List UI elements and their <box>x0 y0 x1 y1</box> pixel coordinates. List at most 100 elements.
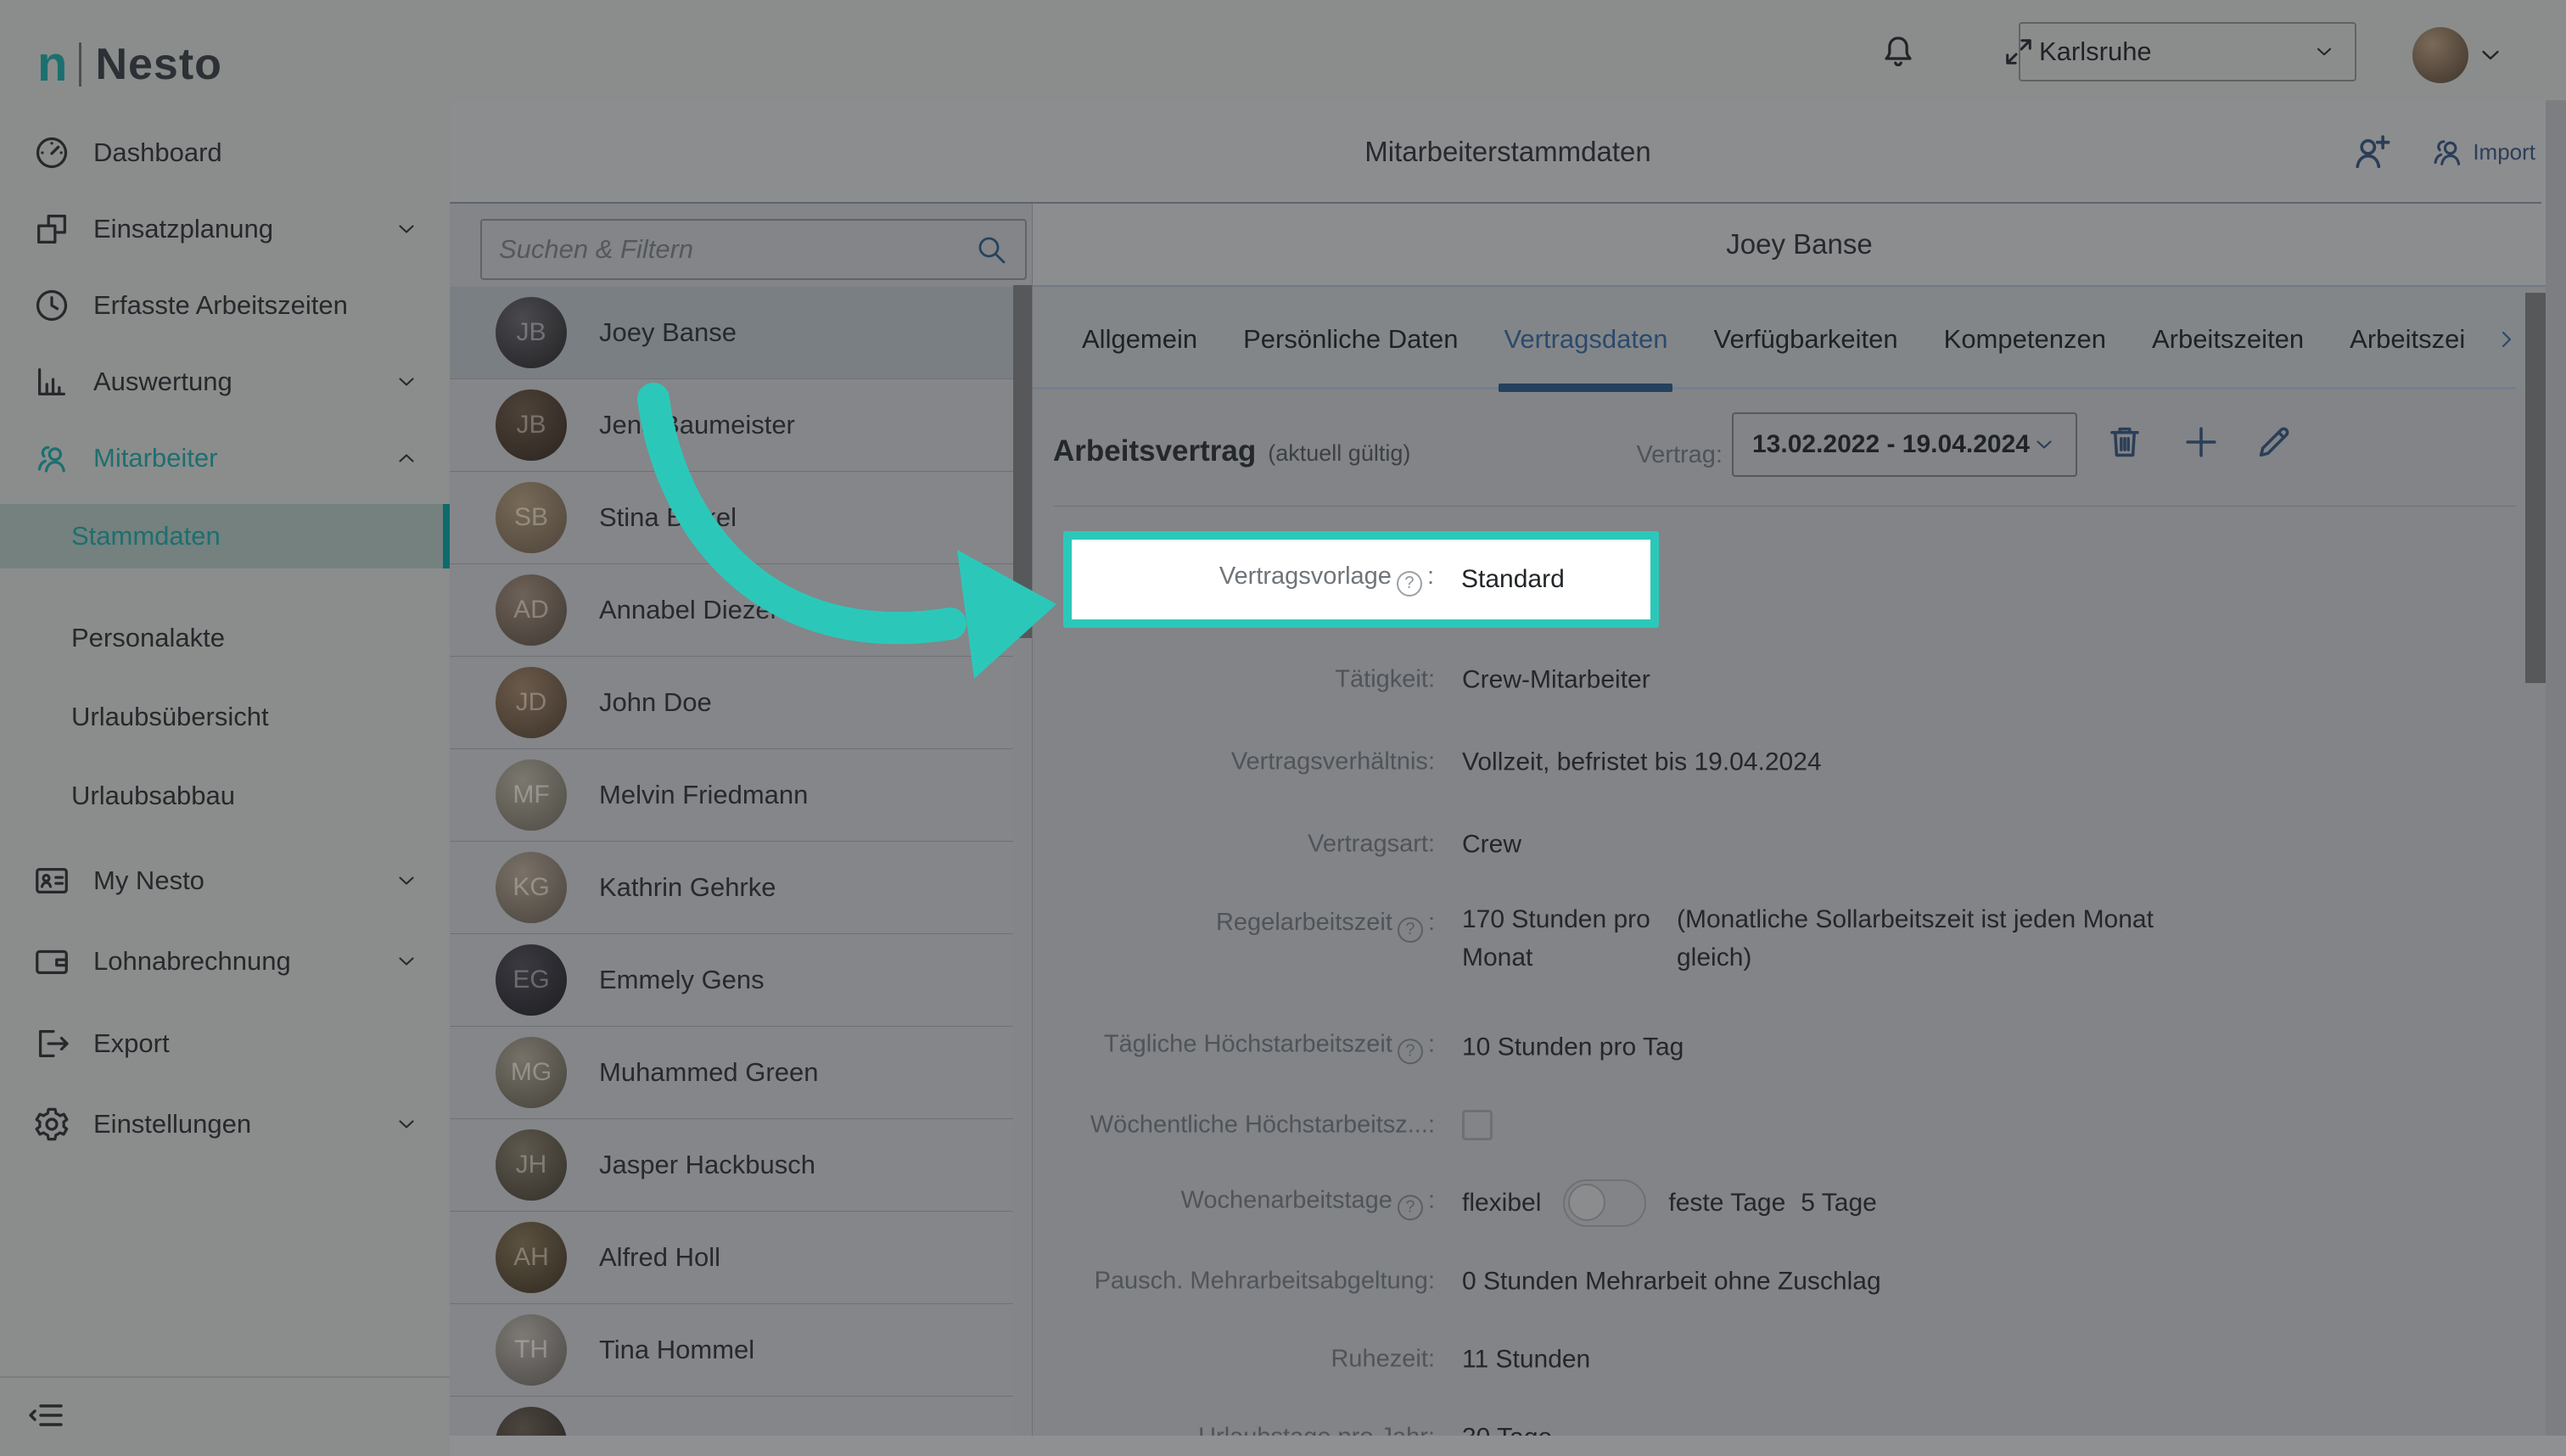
tabs-overflow-chevron-icon[interactable] <box>2493 326 2520 353</box>
sidebar-item-einstellungen[interactable]: Einstellungen <box>0 1086 450 1162</box>
import-button[interactable]: Import <box>2429 133 2535 171</box>
sidebar-item-auswertung[interactable]: Auswertung <box>0 344 450 420</box>
list-item-muhammed-green[interactable]: MGMuhammed Green <box>450 1027 1013 1119</box>
sidebar-item-mitarbeiter[interactable]: Mitarbeiter <box>0 420 450 496</box>
location-select[interactable]: Karlsruhe <box>2019 22 2356 81</box>
employee-name: Jasper Hackbusch <box>599 1150 815 1180</box>
sidebar-item-stammdaten[interactable]: Stammdaten <box>0 504 450 568</box>
horizontal-scrollbar[interactable] <box>450 1436 2566 1456</box>
page-scrollbar-thumb[interactable] <box>2525 293 2546 683</box>
field-row-wöchentliche-höchstarbeitsz-: Wöchentliche Höchstarbeitsz...: <box>1033 1086 2526 1164</box>
import-label: Import <box>2473 139 2535 165</box>
field-value: 0 Stunden Mehrarbeit ohne Zuschlag <box>1462 1263 1881 1301</box>
sidebar-item-label: Personalakte <box>71 623 225 653</box>
field-label: Vertragsart: <box>1062 830 1435 858</box>
list-item-tina-hommel[interactable]: THTina Hommel <box>450 1304 1013 1397</box>
avatar: SB <box>496 482 567 553</box>
search-input[interactable]: Suchen & Filtern <box>480 219 1027 280</box>
sidebar-item-urlaubs-bersicht[interactable]: Urlaubsübersicht <box>0 683 450 751</box>
search-icon[interactable] <box>974 232 1008 266</box>
page-scrollbar-track[interactable] <box>2546 100 2566 1456</box>
field-label: Tägliche Höchstarbeitszeit?: <box>1062 1030 1435 1064</box>
weekly-max-checkbox[interactable] <box>1462 1110 1493 1140</box>
workdays-value: 5 Tage <box>1801 1189 1877 1218</box>
flexible-days-toggle[interactable] <box>1563 1179 1646 1227</box>
highlighted-vertragsvorlage-field[interactable]: Vertragsvorlage?: Standard <box>1063 531 1659 628</box>
sidebar-item-my-nesto[interactable]: My Nesto <box>0 843 450 919</box>
chevron-down-icon <box>394 949 419 974</box>
sidebar-item-einsatzplanung[interactable]: Einsatzplanung <box>0 191 450 267</box>
list-item-stina-bickel[interactable]: SB Stina Bickel <box>450 472 1013 564</box>
user-avatar[interactable] <box>2412 27 2468 83</box>
field-note: (Monatliche Sollarbeitszeit ist jeden Mo… <box>1677 900 2186 977</box>
list-item-emmely-gens[interactable]: EGEmmely Gens <box>450 934 1013 1027</box>
sidebar-item-dashboard[interactable]: Dashboard <box>0 115 450 191</box>
field-row-pausch-mehrarbeitsabgeltung: Pausch. Mehrarbeitsabgeltung:0 Stunden M… <box>1033 1242 2526 1320</box>
list-item-annabel-diezel[interactable]: ADAnnabel Diezel <box>450 564 1013 657</box>
contract-select[interactable]: 13.02.2022 - 19.04.2024 <box>1732 412 2077 477</box>
employee-name: Alfred Holl <box>599 1242 720 1273</box>
field-label: Regelarbeitszeit?: <box>1062 909 1435 943</box>
bell-icon[interactable] <box>1879 32 1918 71</box>
field-row-wochenarbeitstage: Wochenarbeitstage?:flexibelfeste Tage5 T… <box>1033 1164 2526 1242</box>
sidebar-item-personalakte[interactable]: Personalakte <box>0 604 450 672</box>
avatar: EG <box>496 944 567 1016</box>
highlight-value: Standard <box>1461 565 1565 594</box>
list-item-alfred-holl[interactable]: AHAlfred Holl <box>450 1212 1013 1304</box>
idcard-icon <box>32 861 71 900</box>
header-actions: Import <box>2350 100 2535 204</box>
add-contract-button[interactable] <box>2180 421 2222 463</box>
workdays-toggle-group: flexibelfeste Tage5 Tage <box>1462 1179 1877 1227</box>
list-item-jasper-hackbusch[interactable]: JHJasper Hackbusch <box>450 1119 1013 1212</box>
sidebar-divider <box>0 1376 450 1378</box>
edit-contract-button[interactable] <box>2253 421 2295 463</box>
sidebar-item-label: Urlaubsübersicht <box>71 702 269 732</box>
toggle-off-label: flexibel <box>1462 1189 1541 1218</box>
list-item-joey-banse[interactable]: JBJoey Banse <box>450 287 1013 379</box>
sidebar-item-lohnabrechnung[interactable]: Lohnabrechnung <box>0 923 450 1000</box>
employee-name: Tina Hommel <box>599 1335 754 1365</box>
sidebar-item-label: Export <box>93 1028 170 1059</box>
tab-persönliche-daten[interactable]: Persönliche Daten <box>1243 324 1458 355</box>
employee-name: Stina Bickel <box>599 502 737 533</box>
topbar: Karlsruhe <box>450 0 2566 100</box>
user-menu-chevron-icon[interactable] <box>2476 41 2505 70</box>
help-icon[interactable]: ? <box>1398 1039 1423 1064</box>
list-item-jens-baumeister[interactable]: JBJens Baumeister <box>450 379 1013 472</box>
chevron-down-icon <box>394 369 419 395</box>
sidebar-collapse-icon[interactable] <box>25 1395 66 1436</box>
delete-contract-button[interactable] <box>2104 421 2146 463</box>
logo-n-glyph: n <box>37 40 67 89</box>
tab-arbeitszei[interactable]: Arbeitszei <box>2350 324 2465 355</box>
field-value: 11 Stunden <box>1462 1341 1590 1379</box>
list-scrollbar[interactable] <box>1013 204 1032 1456</box>
logo-divider <box>79 42 81 87</box>
sidebar-item-export[interactable]: Export <box>0 1005 450 1082</box>
tab-arbeitszeiten[interactable]: Arbeitszeiten <box>2152 324 2304 355</box>
tab-kompetenzen[interactable]: Kompetenzen <box>1944 324 2106 355</box>
list-scrollbar-thumb[interactable] <box>1013 285 1032 638</box>
field-value: 10 Stunden pro Tag <box>1462 1028 1684 1067</box>
sidebar-item-label: Mitarbeiter <box>93 443 217 473</box>
list-item-kathrin-gehrke[interactable]: KGKathrin Gehrke <box>450 842 1013 934</box>
contract-divider <box>1053 506 2516 507</box>
field-label: Wöchentliche Höchstarbeitsz...: <box>1062 1112 1435 1140</box>
list-item-melvin-friedmann[interactable]: MFMelvin Friedmann <box>450 749 1013 842</box>
help-icon[interactable]: ? <box>1398 1195 1423 1220</box>
tab-allgemein[interactable]: Allgemein <box>1082 324 1197 355</box>
contract-title-text: Arbeitsvertrag <box>1053 434 1256 468</box>
tab-verf-gbarkeiten[interactable]: Verfügbarkeiten <box>1713 324 1897 355</box>
field-value: 170 Stunden pro Monat <box>1462 900 1674 977</box>
sidebar-item-label: Lohnabrechnung <box>93 946 291 977</box>
list-item-john-doe[interactable]: JDJohn Doe <box>450 657 1013 749</box>
sidebar-item-erfasste-arbeitszeiten[interactable]: Erfasste Arbeitszeiten <box>0 267 450 344</box>
sidebar-item-urlaubsabbau[interactable]: Urlaubsabbau <box>0 762 450 830</box>
sidebar-item-label: Erfasste Arbeitszeiten <box>93 290 348 321</box>
employee-name: Muhammed Green <box>599 1057 818 1088</box>
location-value: Karlsruhe <box>2039 36 2152 67</box>
contract-select-label: Vertrag: <box>1553 441 1723 469</box>
help-icon[interactable]: ? <box>1398 917 1423 943</box>
sidebar-item-label: Dashboard <box>93 137 222 168</box>
add-employee-button[interactable] <box>2350 130 2395 174</box>
tab-vertragsdaten[interactable]: Vertragsdaten <box>1504 324 1667 355</box>
